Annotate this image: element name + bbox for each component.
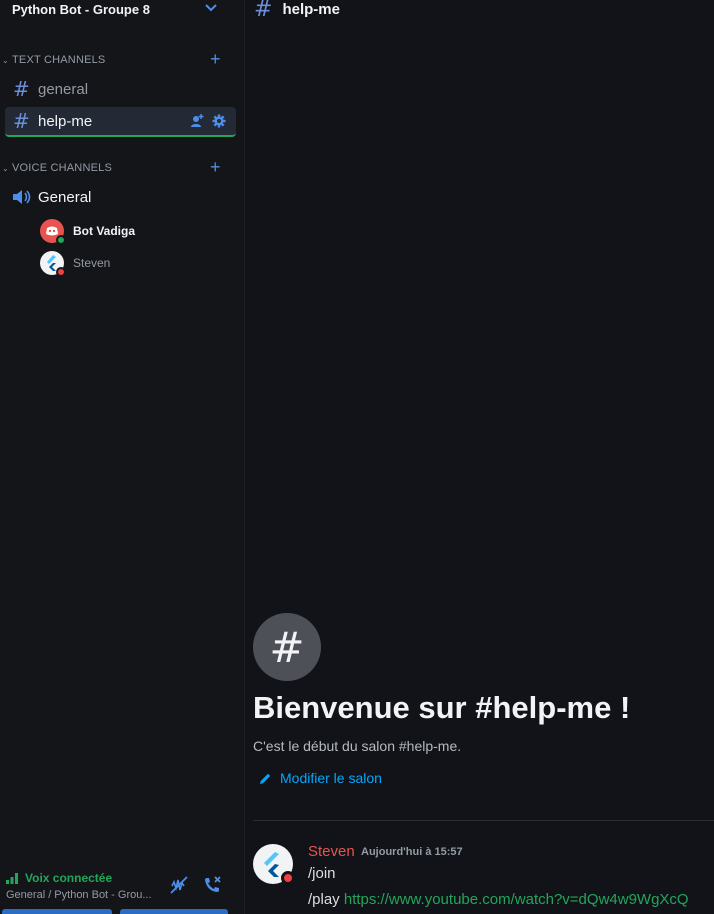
hash-icon: # (13, 109, 30, 133)
phone-disconnect-icon[interactable] (201, 874, 223, 896)
avatar[interactable] (253, 844, 295, 885)
edit-channel-label: Modifier le salon (280, 770, 382, 786)
channel-header: # help-me (254, 0, 340, 22)
plus-icon[interactable]: + (210, 158, 221, 176)
channel-help-me[interactable]: # help-me (5, 107, 236, 137)
hash-icon: # (253, 613, 321, 681)
message-line-join: /join (308, 865, 336, 882)
pencil-icon (260, 773, 271, 784)
channel-sidebar: Python Bot - Groupe 8 ⌄ TEXT CHANNELS + … (0, 0, 245, 914)
channel-label: general (38, 80, 89, 98)
message-link[interactable]: https://www.youtube.com/watch?v=dQw4w9Wg… (344, 891, 689, 908)
voice-user-steven[interactable]: Steven (40, 250, 111, 277)
voice-connection-details[interactable]: General / Python Bot - Grou... (6, 889, 152, 901)
message-text: /play (308, 891, 344, 908)
add-user-icon[interactable] (190, 114, 204, 128)
chevron-down-icon[interactable] (204, 0, 218, 14)
collapse-icon: ⌄ (2, 55, 9, 65)
dnd-status-dot (56, 267, 66, 277)
voice-user-name: Bot Vadiga (73, 224, 136, 238)
signal-icon[interactable] (6, 872, 20, 884)
gear-icon[interactable] (212, 114, 226, 128)
voice-status-panel: Voix connectée General / Python Bot - Gr… (0, 866, 245, 914)
message-timestamp: Aujourd'hui à 15:57 (361, 846, 463, 858)
plus-icon[interactable]: + (210, 50, 221, 68)
category-label: TEXT CHANNELS (12, 54, 106, 66)
category-voice-channels[interactable]: ⌄ VOICE CHANNELS + (0, 158, 245, 176)
hash-icon: # (254, 0, 273, 22)
noise-suppression-icon[interactable] (168, 874, 190, 896)
divider (253, 820, 714, 821)
avatar (40, 251, 66, 277)
online-status-dot (56, 235, 66, 245)
speaker-icon (13, 190, 31, 204)
voice-user-name: Steven (73, 256, 111, 270)
channel-label: help-me (38, 112, 93, 130)
voice-channel-general[interactable]: General (12, 186, 91, 208)
edit-channel-link[interactable]: Modifier le salon (259, 770, 382, 786)
voice-channel-label: General (38, 188, 92, 206)
hash-icon: # (13, 77, 30, 101)
collapse-icon: ⌄ (2, 163, 9, 173)
message-line-play: /play https://www.youtube.com/watch?v=dQ… (308, 891, 689, 908)
channel-header-title: help-me (282, 0, 340, 18)
screen-share-button[interactable] (120, 909, 228, 914)
server-header[interactable]: Python Bot - Groupe 8 (0, 0, 245, 18)
server-name: Python Bot - Groupe 8 (12, 1, 150, 17)
avatar (40, 219, 66, 245)
dnd-status-dot (281, 871, 295, 885)
category-label: VOICE CHANNELS (12, 162, 112, 174)
video-button[interactable] (2, 909, 112, 914)
category-text-channels[interactable]: ⌄ TEXT CHANNELS + (0, 50, 245, 68)
welcome-title: Bienvenue sur #help-me ! (253, 690, 631, 725)
message-author[interactable]: Steven (308, 843, 355, 860)
voice-user-bot-vadiga[interactable]: Bot Vadiga (40, 218, 136, 245)
chat-area: # help-me # Bienvenue sur #help-me ! C'e… (246, 0, 714, 914)
voice-connected-label: Voix connectée (6, 871, 112, 885)
welcome-subtitle: C'est le début du salon #help-me. (253, 738, 462, 754)
channel-general[interactable]: # general (5, 74, 236, 104)
